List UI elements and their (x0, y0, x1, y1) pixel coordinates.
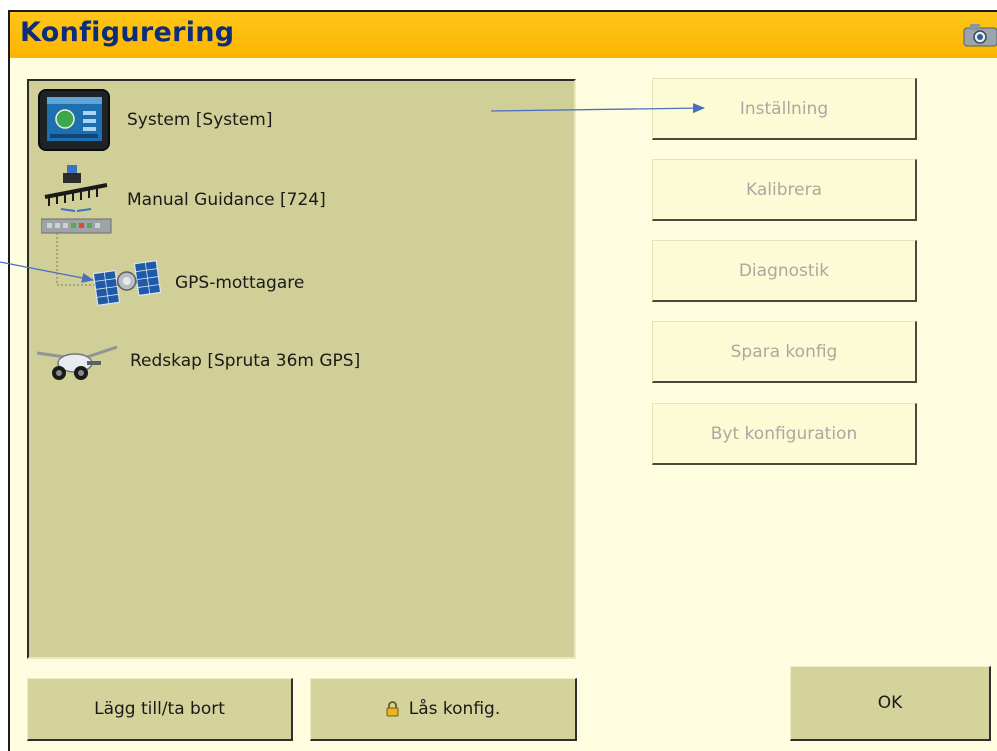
tree-item-system[interactable]: System [System] (35, 85, 272, 155)
title-bar: Konfigurering (10, 12, 997, 58)
tree-item-manual-guidance[interactable]: Manual Guidance [724] (41, 163, 326, 237)
save-config-button[interactable]: Spara konfig (652, 321, 917, 383)
tree-item-label: Redskap [Spruta 36m GPS] (130, 351, 361, 371)
tree-item-label: System [System] (127, 110, 273, 130)
sprayer-icon (37, 345, 117, 380)
diagnostics-button[interactable]: Diagnostik (652, 240, 917, 302)
configuration-tree[interactable]: System [System] Manual Guidance [724] GP… (27, 79, 576, 659)
ok-button[interactable]: OK (790, 666, 991, 741)
camera-icon[interactable] (961, 23, 997, 47)
tree-item-label: Manual Guidance [724] (127, 190, 326, 210)
lightbar-guidance-icon (41, 165, 112, 234)
lock-config-button[interactable]: Lås konfig. (310, 678, 577, 741)
tree-item-label: GPS-mottagare (175, 273, 305, 293)
add-remove-button[interactable]: Lägg till/ta bort (27, 678, 293, 741)
lock-config-label: Lås konfig. (408, 699, 501, 719)
add-remove-label: Lägg till/ta bort (94, 699, 225, 719)
lock-icon (386, 701, 399, 717)
calibrate-button[interactable]: Kalibrera (652, 159, 917, 221)
settings-button[interactable]: Inställning (652, 78, 917, 140)
window-title: Konfigurering (20, 17, 235, 48)
tree-item-implement[interactable]: Redskap [Spruta 36m GPS] (37, 339, 360, 383)
change-config-button[interactable]: Byt konfiguration (652, 403, 917, 465)
tree-item-gps-receiver[interactable]: GPS-mottagare (93, 259, 304, 307)
display-terminal-icon (38, 89, 110, 151)
ok-label: OK (877, 693, 903, 713)
satellite-icon (93, 260, 161, 306)
